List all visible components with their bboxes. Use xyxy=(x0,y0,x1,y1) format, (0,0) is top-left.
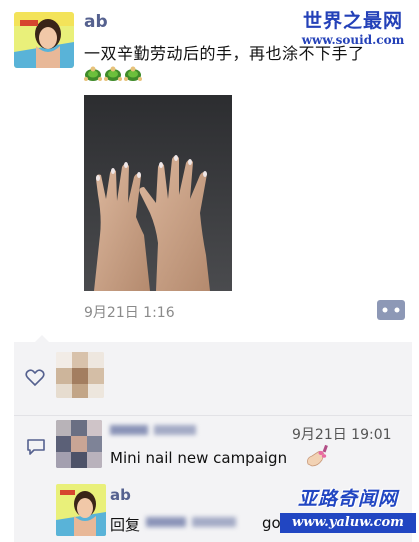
reply-target-name-blurred[interactable] xyxy=(146,514,238,530)
post-timestamp: 9月21日 1:16 xyxy=(84,305,175,321)
turtle-icon xyxy=(84,66,102,82)
watermark-bottom-title: 亚路奇闻网 xyxy=(297,488,398,510)
heart-icon xyxy=(25,369,45,391)
watermark-top-title: 世界之最网 xyxy=(302,10,403,32)
commenter-avatar[interactable] xyxy=(56,420,102,468)
comment-more-button[interactable] xyxy=(377,300,405,320)
comment-text[interactable]: Mini nail new campaign xyxy=(110,449,287,467)
turtle-icon xyxy=(124,66,142,82)
turtle-icon xyxy=(104,66,122,82)
panel-divider xyxy=(14,415,412,416)
liker-avatar[interactable] xyxy=(56,352,104,398)
ellipsis-icon xyxy=(382,307,400,313)
post-photo-hands[interactable] xyxy=(84,95,232,291)
commenter-name-blurred[interactable] xyxy=(110,422,198,438)
reply-author-name[interactable]: ab xyxy=(110,486,131,504)
author-avatar[interactable] xyxy=(14,12,74,68)
watermark-bottom: 亚路奇闻网 www.yaluw.com xyxy=(280,484,416,533)
comment-timestamp: 9月21日 19:01 xyxy=(292,427,392,443)
reply-author-avatar[interactable] xyxy=(56,484,106,536)
reply-prefix: 回复 xyxy=(110,516,141,534)
turtle-emoji-row xyxy=(84,66,142,84)
post-author-name[interactable]: ab xyxy=(84,12,108,32)
watermark-bottom-url: www.yaluw.com xyxy=(280,513,416,533)
nail-polish-icon xyxy=(304,444,330,468)
comment-bubble-icon xyxy=(26,438,46,460)
watermark-top: 世界之最网 www.souid.com xyxy=(292,6,414,47)
watermark-top-url: www.souid.com xyxy=(301,33,405,47)
